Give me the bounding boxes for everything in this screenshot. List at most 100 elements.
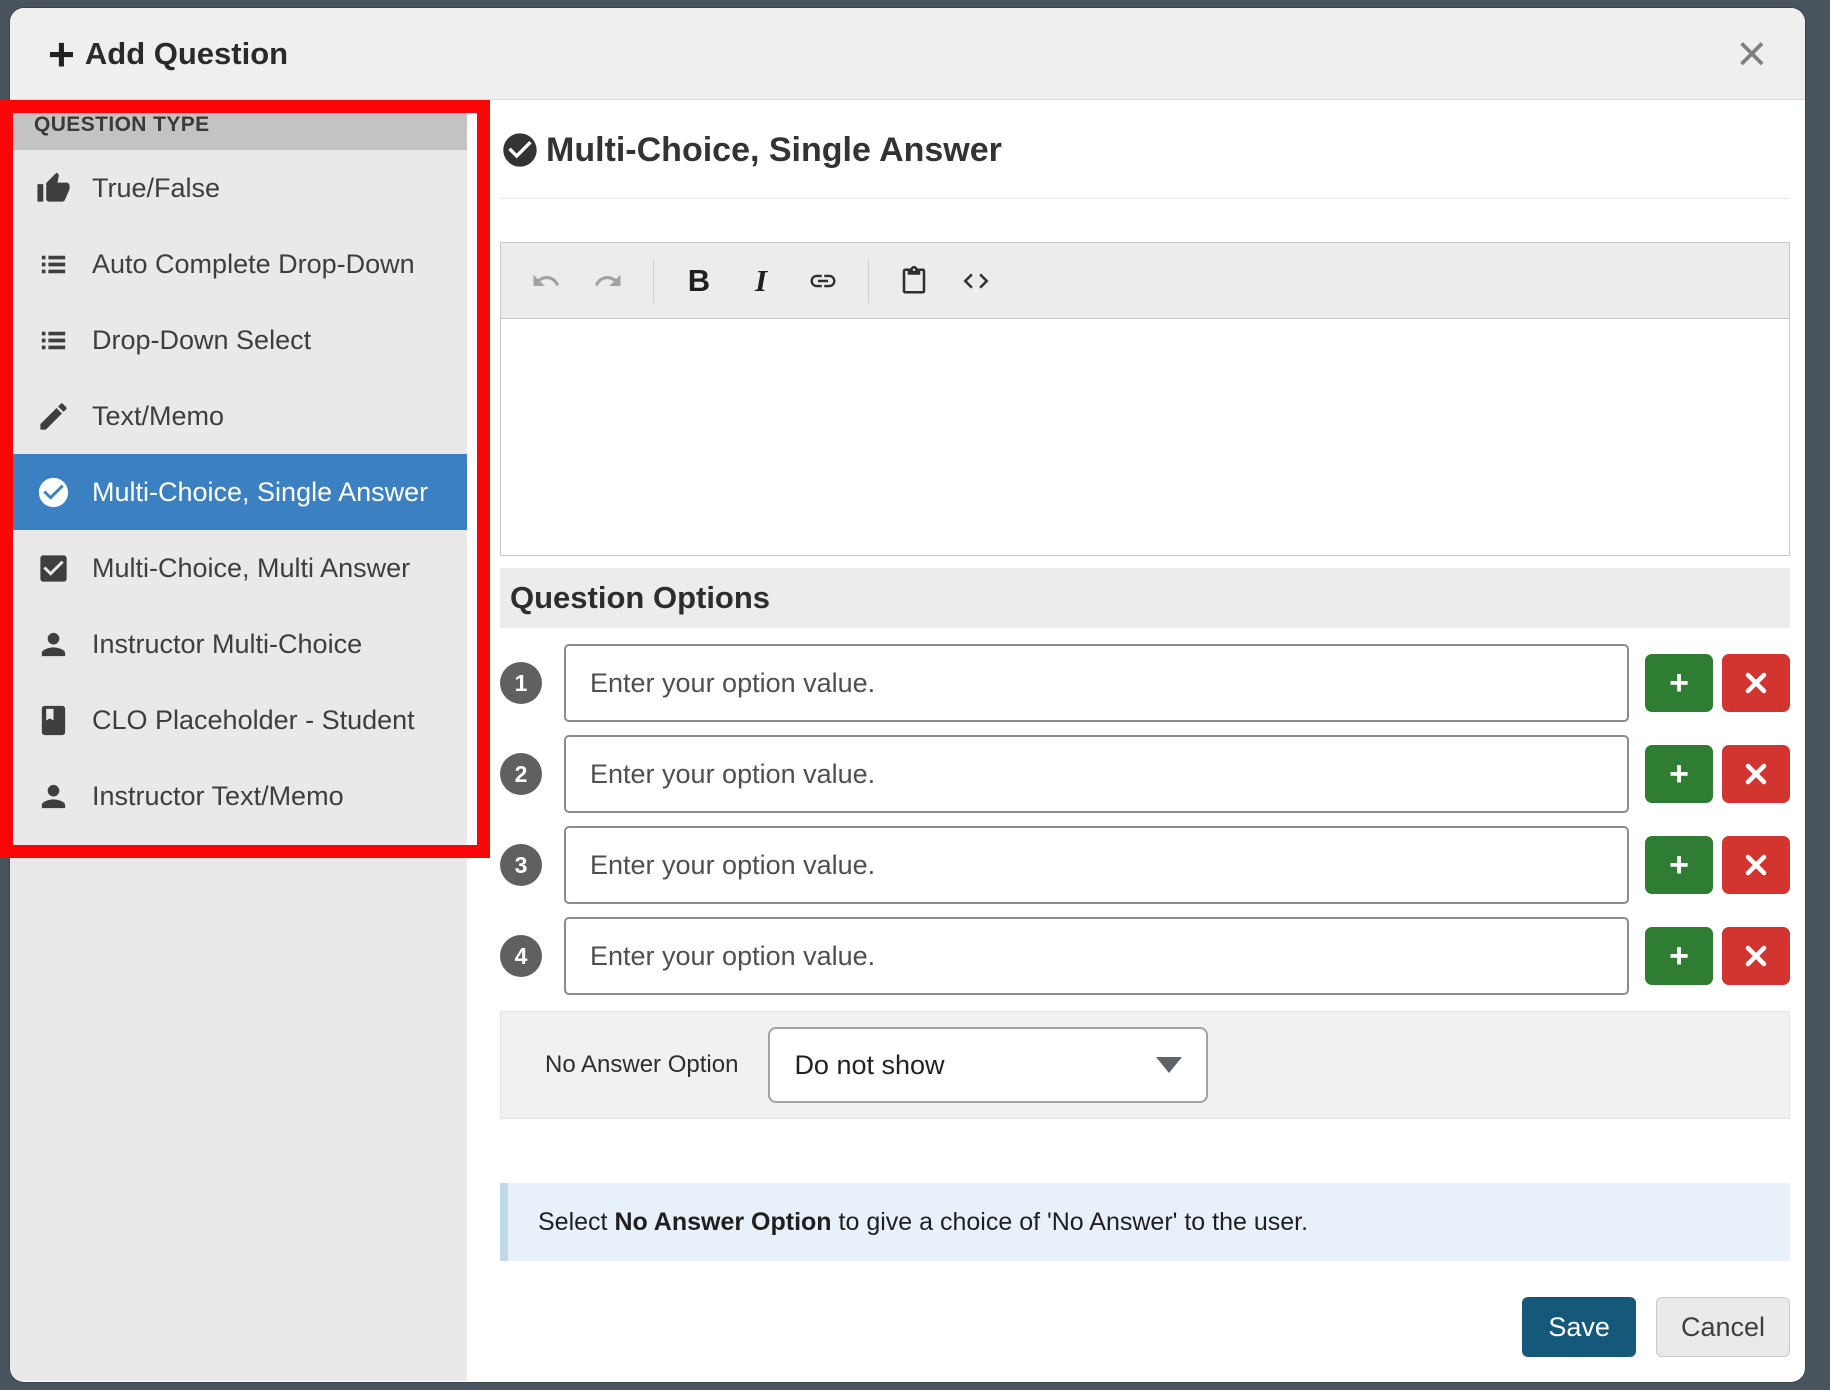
sidebar-item-text-memo[interactable]: Text/Memo (10, 378, 467, 454)
sidebar-item-label: Multi-Choice, Multi Answer (92, 553, 410, 584)
check-circle-icon (500, 130, 540, 170)
add-option-button[interactable]: + (1645, 927, 1713, 985)
sidebar-item-multi-choice-multi-answer[interactable]: Multi-Choice, Multi Answer (10, 530, 467, 606)
paste-icon (899, 266, 929, 296)
add-option-button[interactable]: + (1645, 654, 1713, 712)
sidebar-item-label: Auto Complete Drop-Down (92, 249, 415, 280)
option-rows: 1 + 2 + (500, 644, 1790, 995)
sidebar-item-drop-down-select[interactable]: Drop-Down Select (10, 302, 467, 378)
add-option-button[interactable]: + (1645, 745, 1713, 803)
paste-button[interactable] (883, 255, 945, 307)
close-icon[interactable]: × (1737, 28, 1767, 80)
question-options-header: Question Options (500, 568, 1790, 628)
x-icon (1744, 944, 1768, 968)
save-button[interactable]: Save (1522, 1297, 1636, 1357)
option-value-input[interactable] (564, 826, 1629, 904)
list-icon (36, 323, 71, 358)
redo-button[interactable] (577, 255, 639, 307)
plus-icon: + (1669, 939, 1689, 973)
code-icon (961, 266, 991, 296)
check-square-icon (36, 551, 71, 586)
sidebar-item-label: True/False (92, 173, 220, 204)
info-text-suffix: to give a choice of 'No Answer' to the u… (832, 1208, 1308, 1236)
remove-option-button[interactable] (1722, 836, 1790, 894)
cancel-button[interactable]: Cancel (1656, 1297, 1790, 1357)
chevron-down-icon (1156, 1057, 1182, 1073)
plus-icon: + (1669, 848, 1689, 882)
info-text-prefix: Select (538, 1208, 614, 1236)
option-row: 3 + (500, 826, 1790, 904)
sidebar-header: QUESTION TYPE (10, 100, 467, 150)
no-answer-selected-value: Do not show (794, 1050, 944, 1081)
no-answer-option-label: No Answer Option (545, 1051, 738, 1079)
add-option-button[interactable]: + (1645, 836, 1713, 894)
sidebar-item-label: Multi-Choice, Single Answer (92, 477, 428, 508)
sidebar-item-label: CLO Placeholder - Student (92, 705, 415, 736)
question-type-sidebar: QUESTION TYPE True/False Auto Complete D… (10, 100, 467, 1381)
editor-toolbar: B I (501, 243, 1789, 319)
option-number-badge: 4 (500, 935, 542, 977)
undo-icon (531, 266, 561, 296)
x-icon (1744, 762, 1768, 786)
book-icon (36, 703, 71, 738)
plus-icon: + (48, 31, 75, 77)
sidebar-item-label: Instructor Multi-Choice (92, 629, 362, 660)
selected-type-title: Multi-Choice, Single Answer (500, 128, 1790, 172)
option-number-badge: 1 (500, 662, 542, 704)
undo-button[interactable] (515, 255, 577, 307)
no-answer-option-panel: No Answer Option Do not show (500, 1011, 1790, 1119)
pencil-icon (36, 399, 71, 434)
modal-footer: Save Cancel (500, 1297, 1790, 1357)
person-icon (36, 627, 71, 662)
sidebar-item-clo-placeholder-student[interactable]: CLO Placeholder - Student (10, 682, 467, 758)
info-message: Select No Answer Option to give a choice… (500, 1183, 1790, 1261)
toolbar-separator (653, 259, 654, 303)
sidebar-item-true-false[interactable]: True/False (10, 150, 467, 226)
x-icon (1744, 853, 1768, 877)
sidebar-item-auto-complete-drop-down[interactable]: Auto Complete Drop-Down (10, 226, 467, 302)
sidebar-item-instructor-multi-choice[interactable]: Instructor Multi-Choice (10, 606, 467, 682)
option-row: 2 + (500, 735, 1790, 813)
toolbar-separator (868, 259, 869, 303)
check-circle-icon (36, 475, 71, 510)
list-icon (36, 247, 71, 282)
add-question-modal: + Add Question × QUESTION TYPE True/Fals… (10, 8, 1805, 1382)
option-number-badge: 2 (500, 753, 542, 795)
option-value-input[interactable] (564, 735, 1629, 813)
redo-icon (593, 266, 623, 296)
selected-type-title-text: Multi-Choice, Single Answer (546, 131, 1002, 170)
remove-option-button[interactable] (1722, 654, 1790, 712)
bold-button[interactable]: B (668, 255, 730, 307)
x-icon (1744, 671, 1768, 695)
bold-icon: B (688, 263, 710, 299)
sidebar-item-instructor-text-memo[interactable]: Instructor Text/Memo (10, 758, 467, 834)
info-text-bold: No Answer Option (614, 1208, 831, 1236)
link-icon (808, 266, 838, 296)
sidebar-item-label: Text/Memo (92, 401, 224, 432)
sidebar-item-label: Instructor Text/Memo (92, 781, 344, 812)
option-number-badge: 3 (500, 844, 542, 886)
plus-icon: + (1669, 757, 1689, 791)
thumbs-up-icon (36, 171, 71, 206)
remove-option-button[interactable] (1722, 927, 1790, 985)
main-panel: Multi-Choice, Single Answer B (467, 100, 1805, 1381)
code-view-button[interactable] (945, 255, 1007, 307)
remove-option-button[interactable] (1722, 745, 1790, 803)
link-button[interactable] (792, 255, 854, 307)
modal-title: Add Question (85, 36, 288, 72)
title-divider (500, 198, 1790, 199)
editor-text-area[interactable] (501, 319, 1789, 555)
option-row: 4 + (500, 917, 1790, 995)
modal-header: + Add Question × (10, 8, 1805, 100)
no-answer-option-select[interactable]: Do not show (768, 1027, 1208, 1103)
person-icon (36, 779, 71, 814)
rich-text-editor: B I (500, 242, 1790, 556)
option-row: 1 + (500, 644, 1790, 722)
plus-icon: + (1669, 666, 1689, 700)
italic-icon: I (755, 263, 767, 299)
option-value-input[interactable] (564, 917, 1629, 995)
sidebar-item-label: Drop-Down Select (92, 325, 311, 356)
italic-button[interactable]: I (730, 255, 792, 307)
sidebar-item-multi-choice-single-answer[interactable]: Multi-Choice, Single Answer (10, 454, 467, 530)
option-value-input[interactable] (564, 644, 1629, 722)
